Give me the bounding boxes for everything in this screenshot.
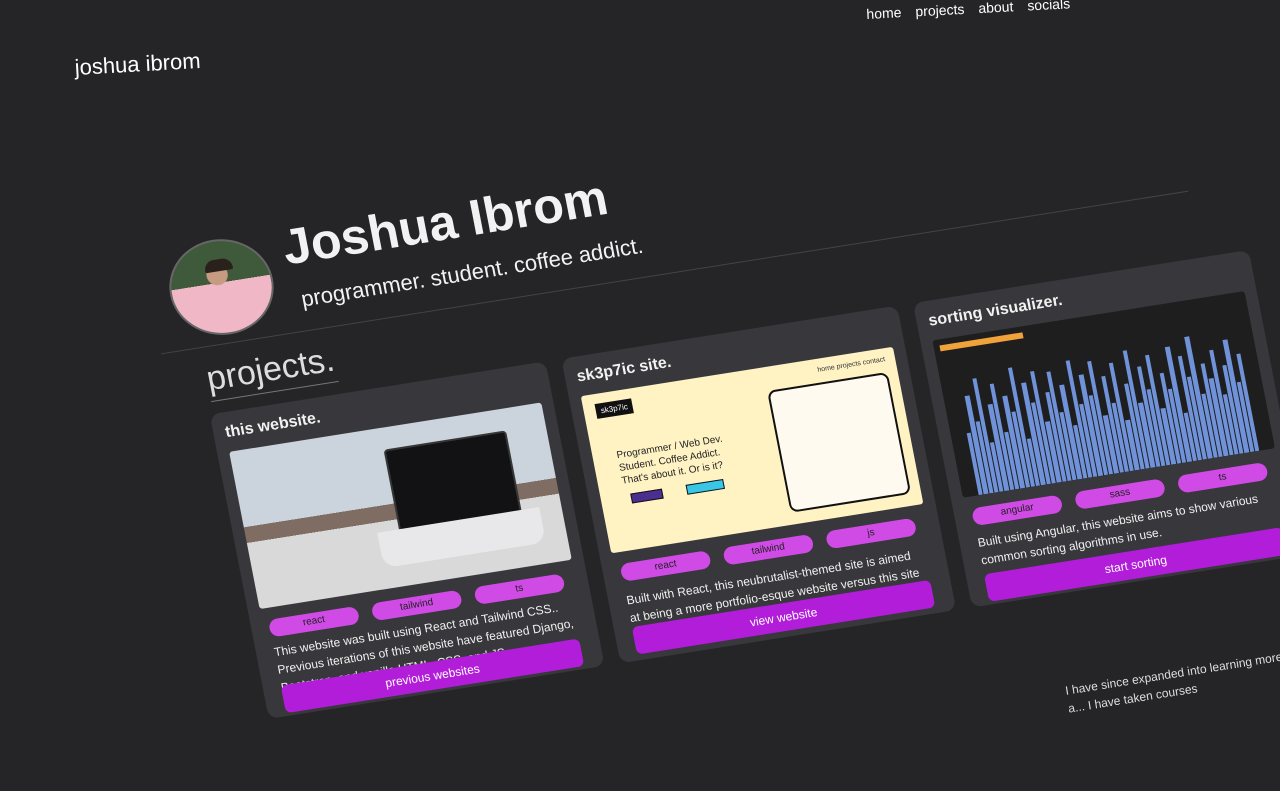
site-logo: sk3p7ic: [594, 398, 635, 419]
site-hero-text: Programmer / Web Dev. Student. Coffee Ad…: [616, 428, 762, 488]
sort-toolbar: [939, 332, 1024, 352]
tag-js: js: [824, 517, 918, 550]
avatar-hair: [203, 257, 234, 274]
about-text-fragment: I have since expanded into learning more…: [1064, 649, 1280, 716]
github-button-preview: [630, 488, 664, 504]
hero-stage: Joshua Ibrom programmer. student. coffee…: [140, 0, 1280, 788]
tag-tailwind: tailwind: [722, 533, 815, 566]
avatar: [161, 231, 283, 343]
preview-panel: [767, 371, 912, 513]
personal-site-button-preview: [685, 478, 725, 495]
site-nav: home projects contact: [816, 356, 886, 374]
project-title: sk3p7ic site.: [575, 353, 673, 386]
project-title: this website.: [223, 409, 322, 442]
project-card-sorting: sorting visualizer. angular sass ts Buil…: [912, 249, 1280, 608]
tag-react: react: [619, 550, 712, 582]
project-card-sk3p7ic: sk3p7ic site. sk3p7ic home projects cont…: [561, 305, 957, 664]
site-brand[interactable]: joshua ibrom: [74, 48, 201, 81]
project-card-website: this website. react tailwind ts This web…: [209, 361, 605, 719]
projects-title: projects.: [203, 340, 339, 403]
